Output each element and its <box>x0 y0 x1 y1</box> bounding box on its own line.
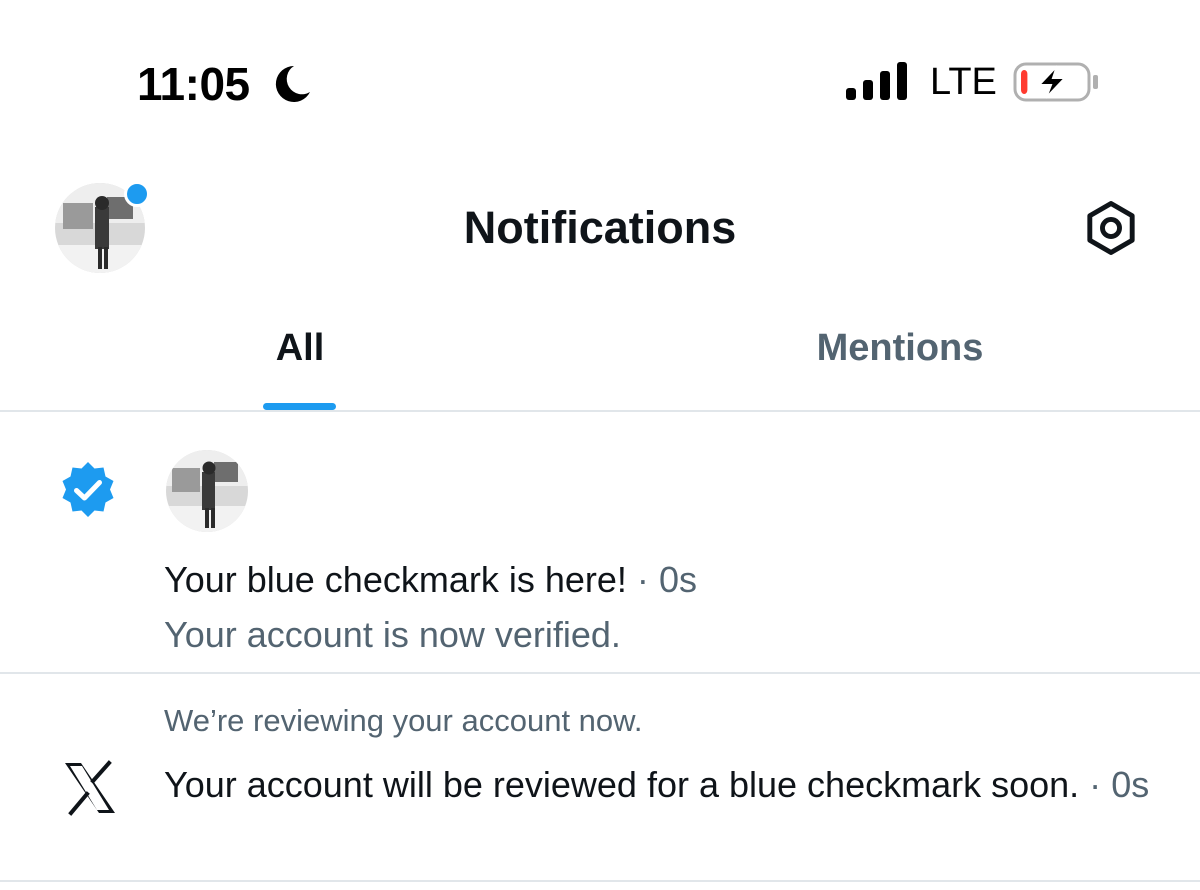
moon-icon <box>275 65 310 102</box>
notification-subtitle: Your account is now verified. <box>164 614 621 655</box>
page-title: Notifications <box>463 202 737 253</box>
cellular-signal-icon <box>846 62 907 100</box>
separator: · <box>1089 764 1102 805</box>
notification-body[interactable]: Your account will be reviewed for a blue… <box>164 760 1164 810</box>
tab-all[interactable]: All <box>0 320 600 376</box>
verified-badge-icon <box>62 462 114 517</box>
notification-time: 0s <box>658 559 697 600</box>
gear-icon[interactable] <box>1080 197 1142 259</box>
network-type: LTE <box>930 61 997 103</box>
divider <box>0 880 1200 882</box>
divider <box>0 672 1200 674</box>
notification-title-text: Your blue checkmark is here! <box>164 559 627 600</box>
tab-mentions[interactable]: Mentions <box>600 320 1200 376</box>
notification-body-text: Your account will be reviewed for a blue… <box>164 764 1080 805</box>
notification-time: 0s <box>1111 764 1150 805</box>
notification-avatar[interactable] <box>166 450 248 532</box>
divider <box>0 410 1200 412</box>
separator: · <box>636 559 649 600</box>
notification-title[interactable]: Your blue checkmark is here! · 0s <box>164 556 697 604</box>
active-tab-indicator <box>263 403 336 410</box>
battery-charging-icon <box>1013 62 1098 102</box>
x-logo-icon <box>65 760 115 816</box>
status-time: 11:05 <box>137 58 250 110</box>
notification-context: We’re reviewing your account now. <box>164 703 643 738</box>
